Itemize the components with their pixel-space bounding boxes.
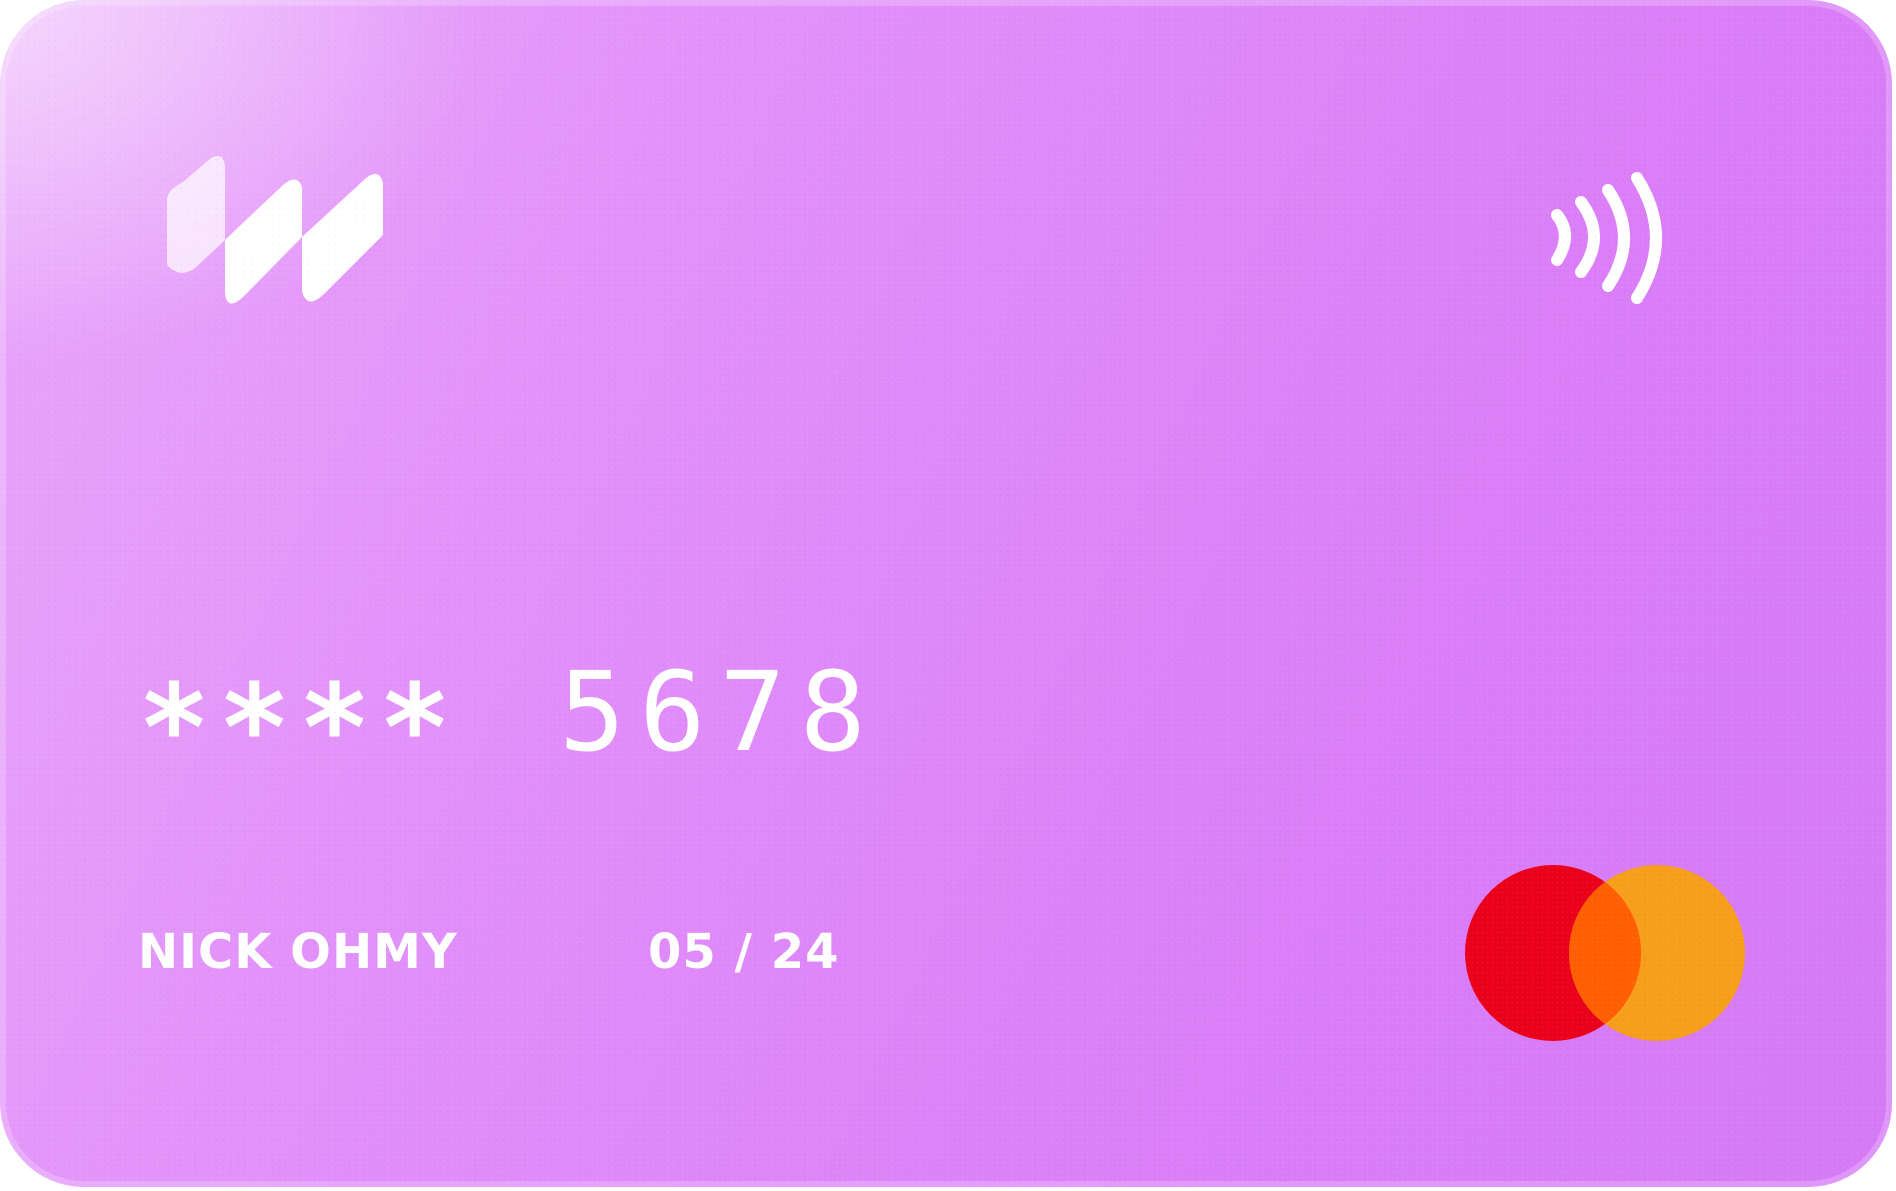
cardholder-name: NICK OHMY [138,924,458,980]
contactless-icon [1551,172,1662,304]
masked-digits: **** [138,660,459,799]
card-last-four: 5678 [558,648,880,776]
card-number: **** 5678 [138,648,880,790]
expiry-date: 05 / 24 [648,924,840,980]
mastercard-icon [1465,865,1745,1041]
payment-card: **** 5678 NICK OHMY 05 / 24 [0,0,1892,1187]
issuer-logo-icon [167,156,383,304]
